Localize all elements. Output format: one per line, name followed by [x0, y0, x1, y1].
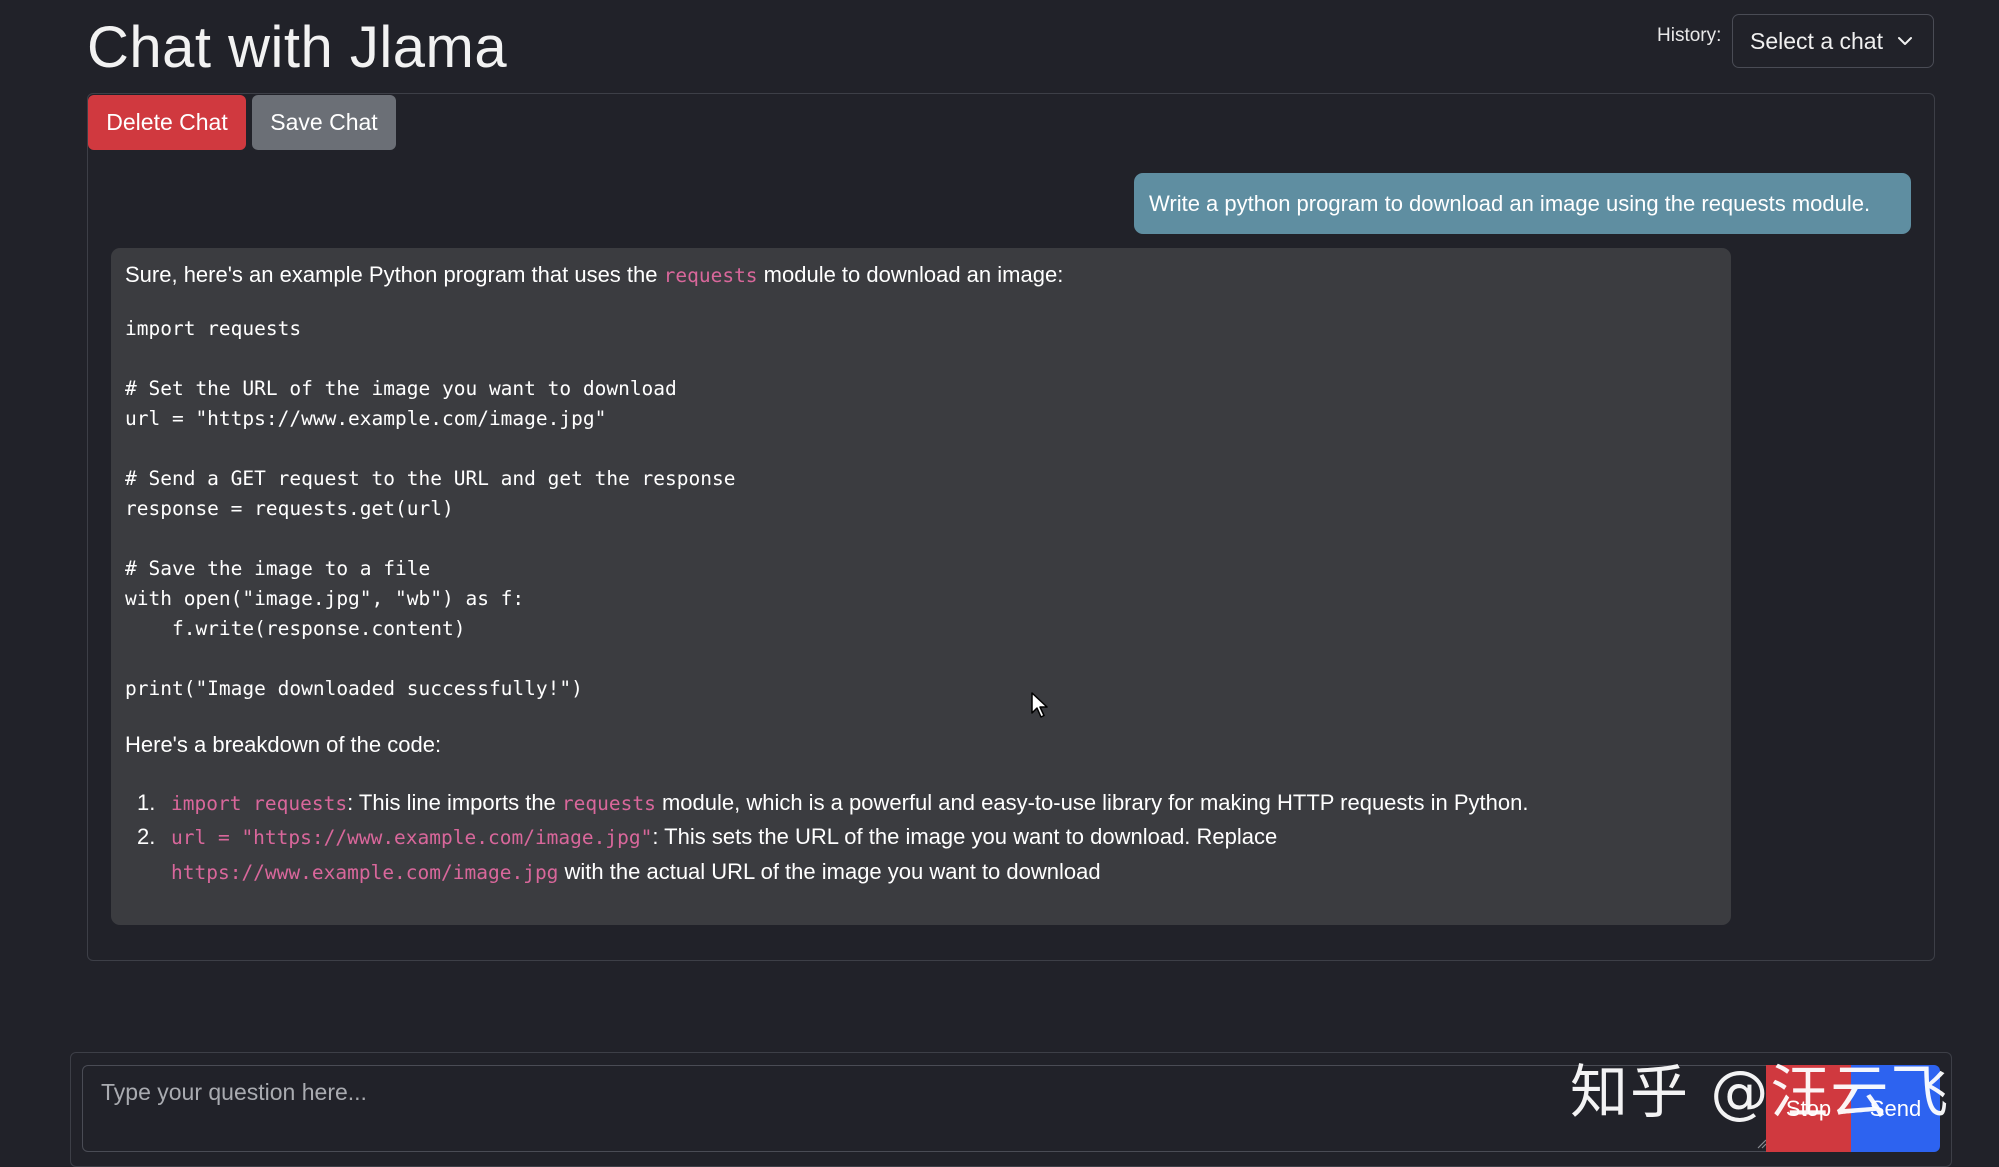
- bot-intro: Sure, here's an example Python program t…: [125, 262, 1063, 288]
- bot-message: Sure, here's an example Python program t…: [111, 248, 1731, 925]
- list-item: url = "https://www.example.com/image.jpg…: [171, 824, 1277, 850]
- inline-code: https://www.example.com/image.jpg: [171, 861, 559, 884]
- history-select[interactable]: Select a chat: [1732, 14, 1934, 68]
- code-line: # Set the URL of the image you want to d…: [125, 377, 677, 400]
- code-line: print("Image downloaded successfully!"): [125, 677, 583, 700]
- inline-code: requests: [561, 792, 656, 815]
- list-number: 1.: [137, 790, 156, 815]
- code-line: import requests: [125, 317, 302, 340]
- list-item: import requests: This line imports the r…: [171, 790, 1528, 816]
- code-line: f.write(response.content): [125, 617, 466, 640]
- list-item-text: with the actual URL of the image you wan…: [558, 859, 1101, 884]
- save-chat-button[interactable]: Save Chat: [252, 95, 396, 150]
- code-line: # Send a GET request to the URL and get …: [125, 467, 736, 490]
- inline-code: import requests: [171, 792, 348, 815]
- inline-code: requests: [663, 264, 758, 287]
- breakdown-heading: Here's a breakdown of the code:: [125, 732, 442, 757]
- code-line: # Save the image to a file: [125, 557, 431, 580]
- code-line: response = requests.get(url): [125, 497, 454, 520]
- code-line: with open("image.jpg", "wb") as f:: [125, 587, 525, 610]
- chevron-down-icon: [1898, 37, 1912, 45]
- list-item-text: : This sets the URL of the image you wan…: [652, 824, 1278, 849]
- inline-code: url = "https://www.example.com/image.jpg…: [171, 826, 653, 849]
- history-label: History:: [1657, 25, 1722, 46]
- code-line: url = "https://www.example.com/image.jpg…: [125, 407, 607, 430]
- history-select-value: Select a chat: [1750, 27, 1883, 54]
- code-block: import requests # Set the URL of the ima…: [125, 314, 735, 704]
- bot-intro-text: Sure, here's an example Python program t…: [125, 262, 664, 287]
- list-number: 2.: [137, 824, 156, 849]
- bot-intro-text-end: module to download an image:: [757, 262, 1064, 287]
- mouse-cursor-icon: [1031, 692, 1048, 718]
- page-title: Chat with Jlama: [87, 15, 508, 80]
- watermark: 知乎 @汪云飞: [1570, 1058, 1951, 1126]
- list-item-text: : This line imports the: [347, 790, 562, 815]
- list-item-text: module, which is a powerful and easy-to-…: [655, 790, 1529, 815]
- question-input[interactable]: [82, 1065, 1772, 1152]
- delete-chat-button[interactable]: Delete Chat: [88, 95, 246, 150]
- chat-app: Chat with Jlama History: Select a chat D…: [0, 0, 1999, 1167]
- user-message: Write a python program to download an im…: [1134, 173, 1911, 234]
- list-item-continued: https://www.example.com/image.jpg with t…: [171, 859, 1101, 885]
